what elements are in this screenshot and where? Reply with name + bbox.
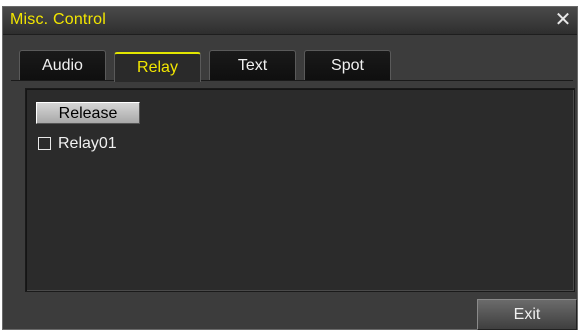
- title-bar: Misc. Control ✕: [3, 7, 577, 35]
- exit-button[interactable]: Exit: [477, 299, 577, 330]
- close-icon[interactable]: ✕: [553, 9, 573, 31]
- tab-text[interactable]: Text: [209, 50, 296, 80]
- tab-bar: Audio Relay Text Spot: [11, 44, 573, 82]
- release-button[interactable]: Release: [36, 102, 140, 124]
- relay-panel: Release Relay01: [25, 88, 575, 292]
- relay01-label: Relay01: [58, 135, 117, 152]
- dialog-title: Misc. Control: [10, 11, 106, 28]
- misc-control-dialog: Misc. Control ✕ Audio Relay Text Spot Re…: [2, 6, 578, 330]
- tab-spot[interactable]: Spot: [304, 50, 391, 80]
- relay01-checkbox[interactable]: [38, 137, 51, 150]
- tab-relay[interactable]: Relay: [114, 52, 201, 82]
- tab-audio[interactable]: Audio: [19, 50, 106, 80]
